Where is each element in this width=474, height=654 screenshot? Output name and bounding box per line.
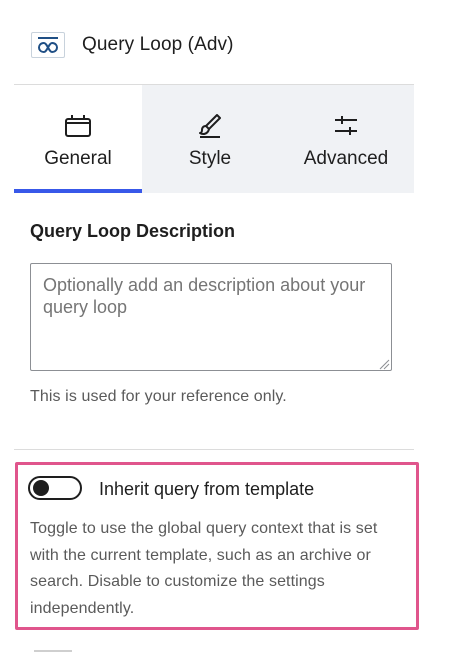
query-loop-icon [31,32,65,58]
sliders-icon [331,111,361,141]
description-heading: Query Loop Description [30,221,236,241]
inspector-tabs: General Style Advanced [14,85,414,193]
description-textarea[interactable] [30,263,392,371]
resize-handle-icon[interactable] [378,357,390,370]
calendar-block-icon [63,111,93,141]
tab-advanced-label: Advanced [303,148,389,169]
next-control-edge [34,650,72,654]
inherit-query-toggle[interactable] [28,476,82,500]
toggle-knob [33,480,49,496]
block-title: Query Loop (Adv) [82,34,234,55]
tab-style[interactable]: Style [142,85,278,193]
tab-general-label: General [44,148,112,169]
tab-style-label: Style [188,148,232,169]
active-tab-indicator [14,189,142,193]
description-help-text: This is used for your reference only. [30,388,287,405]
inherit-query-help-text: Toggle to use the global query context t… [30,520,378,617]
brush-icon [195,111,225,141]
tab-general[interactable]: General [14,85,142,193]
inherit-query-label[interactable]: Inherit query from template [99,479,314,500]
section-divider [14,449,414,450]
tab-advanced[interactable]: Advanced [278,85,414,193]
block-card-header: Query Loop (Adv) [14,0,414,85]
